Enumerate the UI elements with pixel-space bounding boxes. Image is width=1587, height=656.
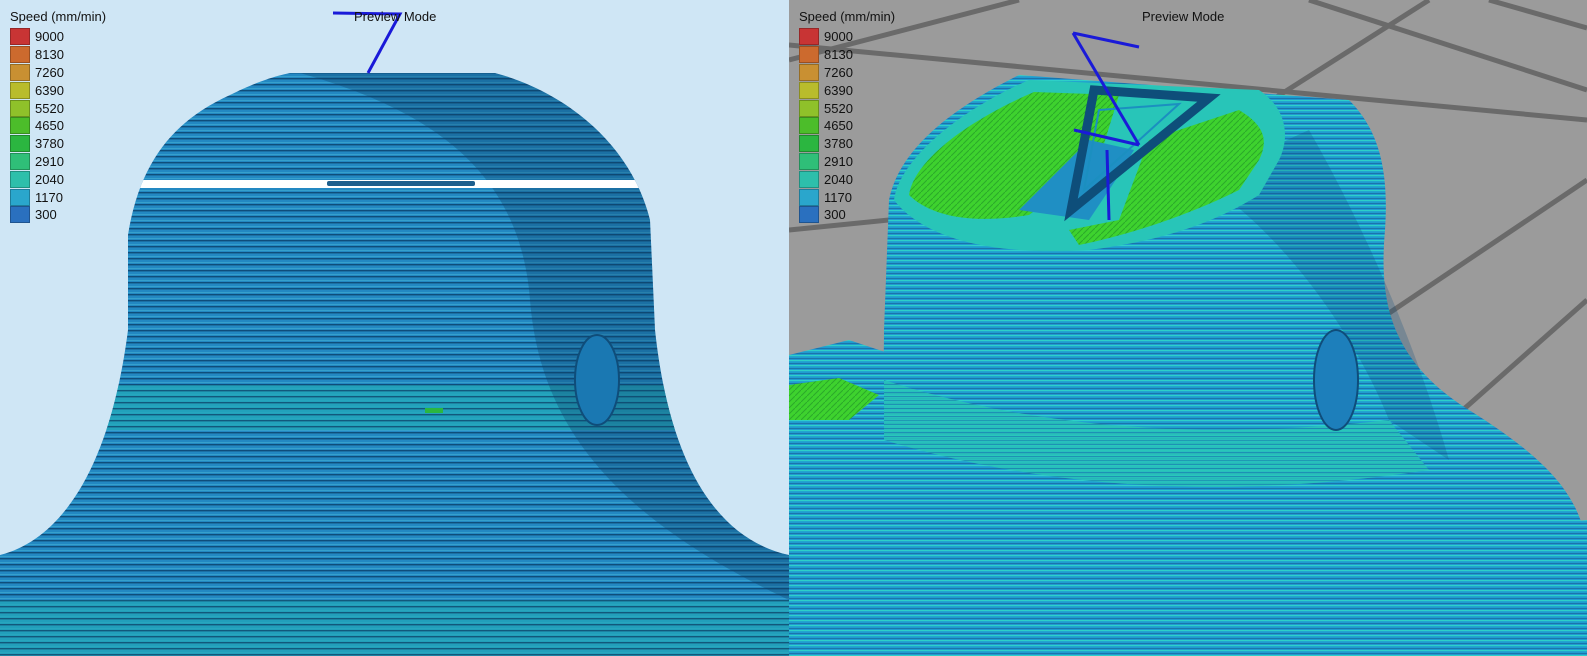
legend-swatch	[10, 152, 30, 170]
legend-row: 6390	[799, 81, 895, 99]
speed-legend: Speed (mm/min) 9000 8130 7260 6390 5520 4650 3…	[10, 9, 106, 224]
legend-swatch	[10, 170, 30, 188]
legend-swatch	[799, 46, 819, 64]
legend-swatch	[799, 99, 819, 117]
legend-swatch	[10, 81, 30, 99]
speed-legend: Speed (mm/min) 9000 8130 7260 6390 5520 4650 3…	[799, 9, 895, 224]
legend-row: 7260	[799, 63, 895, 82]
legend-row: 3780	[799, 135, 895, 153]
legend-swatch	[799, 28, 819, 46]
legend-swatch	[799, 188, 819, 206]
legend-row: 2910	[799, 152, 895, 171]
legend-row: 300	[10, 206, 106, 224]
legend-swatch	[10, 117, 30, 135]
legend-row: 9000	[10, 28, 106, 46]
legend-value: 6390	[35, 82, 64, 98]
legend-row: 3780	[10, 135, 106, 153]
legend-value: 9000	[824, 29, 853, 45]
legend-row: 9000	[799, 28, 895, 46]
legend-swatch	[10, 188, 30, 206]
legend-row: 4650	[799, 117, 895, 135]
legend-value: 2910	[35, 153, 64, 169]
legend-value: 300	[35, 207, 57, 223]
legend-value: 2040	[824, 171, 853, 187]
legend-value: 4650	[35, 118, 64, 134]
legend-row: 5520	[799, 99, 895, 117]
legend-swatch	[10, 46, 30, 64]
legend-swatch	[799, 117, 819, 135]
legend-value: 9000	[35, 29, 64, 45]
part-hole	[574, 334, 620, 426]
part-hole	[1313, 329, 1359, 431]
legend-row: 2910	[10, 152, 106, 171]
legend-swatch	[799, 206, 819, 224]
legend-swatch	[799, 63, 819, 81]
legend-value: 5520	[824, 100, 853, 116]
legend-value: 3780	[35, 136, 64, 152]
legend-row: 5520	[10, 99, 106, 117]
legend-items: 9000 8130 7260 6390 5520 4650 3780 2910 2040 1170…	[799, 28, 895, 224]
legend-swatch	[799, 81, 819, 99]
legend-value: 7260	[35, 64, 64, 80]
legend-value: 5520	[35, 100, 64, 116]
legend-value: 8130	[35, 47, 64, 63]
preview-mode-label: Preview Mode	[354, 9, 437, 24]
legend-swatch	[799, 135, 819, 153]
legend-row: 1170	[799, 188, 895, 206]
legend-row: 8130	[10, 46, 106, 64]
toolpath-preview-right[interactable]	[789, 0, 1587, 656]
legend-row: 1170	[10, 188, 106, 206]
legend-swatch	[10, 135, 30, 153]
legend-items: 9000 8130 7260 6390 5520 4650 3780 2910 2040 1170…	[10, 28, 106, 224]
legend-swatch	[10, 99, 30, 117]
legend-value: 7260	[824, 64, 853, 80]
toolpath-preview-left[interactable]	[0, 0, 789, 656]
legend-swatch	[10, 28, 30, 46]
legend-value: 3780	[824, 136, 853, 152]
legend-value: 6390	[824, 82, 853, 98]
legend-row: 300	[799, 206, 895, 224]
legend-row: 2040	[799, 170, 895, 188]
legend-row: 2040	[10, 170, 106, 188]
legend-value: 8130	[824, 47, 853, 63]
legend-swatch	[10, 63, 30, 81]
legend-title: Speed (mm/min)	[799, 9, 896, 24]
legend-row: 6390	[10, 81, 106, 99]
legend-row: 8130	[799, 46, 895, 64]
legend-value: 1170	[824, 189, 852, 205]
legend-value: 2910	[824, 153, 853, 169]
legend-value: 4650	[824, 118, 853, 134]
legend-row: 7260	[10, 63, 106, 82]
legend-row: 4650	[10, 117, 106, 135]
legend-swatch	[799, 170, 819, 188]
legend-swatch	[799, 152, 819, 170]
preview-viewport-right[interactable]: Preview Mode Speed (mm/min) 9000 8130 7260…	[789, 0, 1587, 656]
legend-value: 1170	[35, 189, 63, 205]
preview-viewport-left[interactable]: Preview Mode Speed (mm/min) 9000 8130 7260…	[0, 0, 789, 656]
preview-mode-label: Preview Mode	[1142, 9, 1225, 24]
legend-swatch	[10, 206, 30, 224]
legend-title: Speed (mm/min)	[10, 9, 107, 24]
legend-value: 300	[824, 207, 846, 223]
legend-value: 2040	[35, 171, 64, 187]
